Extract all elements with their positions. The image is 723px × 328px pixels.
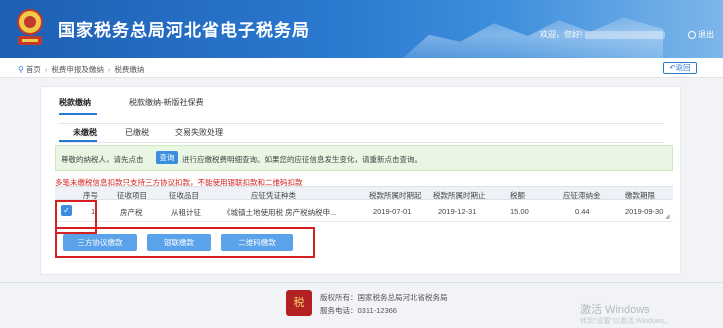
tab-paid[interactable]: 已缴税	[125, 127, 149, 138]
breadcrumb: ⚲ 首页 › 税费申报及缴纳 › 税费缴纳	[18, 64, 144, 75]
logout-link[interactable]: 退出	[688, 29, 714, 40]
tabs-divider	[59, 123, 664, 124]
cell-late-fee: 0.44	[575, 207, 590, 216]
cell-period-end: 2019-12-31	[438, 207, 477, 216]
active-tab-indicator	[59, 113, 97, 115]
redacted-username	[585, 30, 666, 39]
location-pin-icon: ⚲	[18, 65, 24, 74]
tripartite-agreement-pay-button[interactable]: 三方协议缴款	[63, 234, 137, 251]
footer-copyright: 版权所有：国家税务总局河北省税务局	[320, 293, 448, 302]
cell-tax-amount: 15.00	[510, 207, 529, 216]
notice-text-after: 进行应缴税费明细查询。如果您的应征信息发生变化，请重新点击查询。	[182, 155, 422, 164]
notice-text-before: 尊敬的纳税人，请先点击	[61, 155, 144, 164]
query-notice: 尊敬的纳税人，请先点击 查询 进行应缴税费明细查询。如果您的应征信息发生变化，请…	[55, 145, 673, 171]
subtabs-divider	[59, 142, 664, 143]
footer-divider	[0, 282, 723, 283]
breadcrumb-level2: 税费缴纳	[114, 65, 145, 74]
tab-tax-payment[interactable]: 税款缴纳	[59, 97, 91, 108]
tab-social-insurance-payment[interactable]: 税款缴纳-新版社保费	[129, 97, 204, 108]
welcome-label: 欢迎，您好!	[540, 30, 583, 39]
breadcrumb-bar: ⚲ 首页 › 税费申报及缴纳 › 税费缴纳 ↶返回	[0, 58, 723, 78]
resize-grip-icon: ◢	[665, 214, 670, 220]
site-title: 国家税务总局河北省电子税务局	[58, 21, 310, 40]
tab-failed-transactions[interactable]: 交易失败处理	[175, 127, 223, 138]
welcome-text: 欢迎，您好!	[540, 29, 666, 40]
logout-icon	[688, 30, 696, 39]
windows-activation-watermark: 激活 Windows	[580, 304, 650, 316]
cell-voucher-type: 《城镇土地使用税 房产税纳税申...	[223, 208, 337, 217]
tax-payment-panel: 税款缴纳 税款缴纳-新版社保费 未缴税 已缴税 交易失败处理 尊敬的纳税人，请先…	[40, 86, 681, 275]
tax-emblem-icon	[17, 9, 43, 45]
tax-bureau-logo-icon: 税	[286, 290, 312, 316]
windows-activation-hint: 转到"设置"以激活 Windows。	[580, 318, 672, 325]
logout-label: 退出	[698, 30, 714, 39]
unionpay-pay-button[interactable]: 银联缴款	[147, 234, 211, 251]
cell-period-start: 2019-07-01	[373, 207, 412, 216]
footer-phone: 服务电话：0311-12366	[320, 306, 397, 315]
table-row[interactable]: ✓ 1 房产税 从租计征 《城镇土地使用税 房产税纳税申... 2019-07-…	[55, 200, 673, 222]
query-button[interactable]: 查询	[156, 151, 178, 164]
back-label: 返回	[675, 63, 691, 72]
table-header: 序号 征收项目 征收品目 应征凭证种类 税款所属时期起 税款所属时期止 税额 应…	[55, 186, 673, 200]
breadcrumb-separator: ›	[107, 65, 111, 74]
cell-due-date: 2019-09-30	[625, 207, 664, 216]
top-banner: 国家税务总局河北省电子税务局 欢迎，您好! 退出	[0, 0, 723, 58]
breadcrumb-home[interactable]: 首页	[26, 65, 41, 74]
cell-tax-item: 房产税	[120, 208, 143, 217]
breadcrumb-level1[interactable]: 税费申报及缴纳	[51, 65, 104, 74]
breadcrumb-separator: ›	[44, 65, 48, 74]
back-button[interactable]: ↶返回	[663, 62, 697, 74]
cell-tax-subitem: 从租计征	[171, 208, 201, 217]
qrcode-pay-button[interactable]: 二维码缴款	[221, 234, 293, 251]
tab-unpaid[interactable]: 未缴税	[73, 127, 97, 138]
